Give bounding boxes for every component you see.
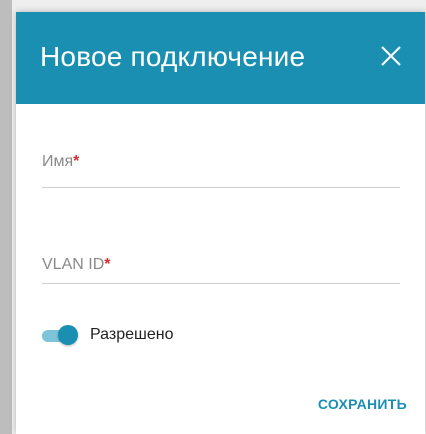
name-input[interactable]	[42, 152, 400, 178]
enabled-toggle-label: Разрешено	[90, 326, 174, 343]
vlan-id-input[interactable]	[42, 255, 400, 281]
new-connection-dialog: Новое подключение Имя* VLAN ID* Разрешен…	[16, 12, 425, 434]
enabled-toggle[interactable]	[42, 325, 78, 345]
dialog-title: Новое подключение	[40, 41, 306, 72]
name-field: Имя*	[42, 152, 400, 192]
name-field-underline	[42, 187, 400, 188]
vlan-id-field-underline	[42, 283, 400, 284]
enabled-toggle-row: Разрешено	[42, 325, 173, 345]
close-icon	[381, 46, 401, 66]
dialog-header: Новое подключение	[16, 12, 425, 104]
close-button[interactable]	[375, 40, 407, 72]
vlan-id-field: VLAN ID*	[42, 255, 400, 295]
save-button[interactable]: СОХРАНИТЬ	[318, 396, 407, 412]
toggle-knob	[58, 325, 78, 345]
background-left	[0, 0, 12, 434]
